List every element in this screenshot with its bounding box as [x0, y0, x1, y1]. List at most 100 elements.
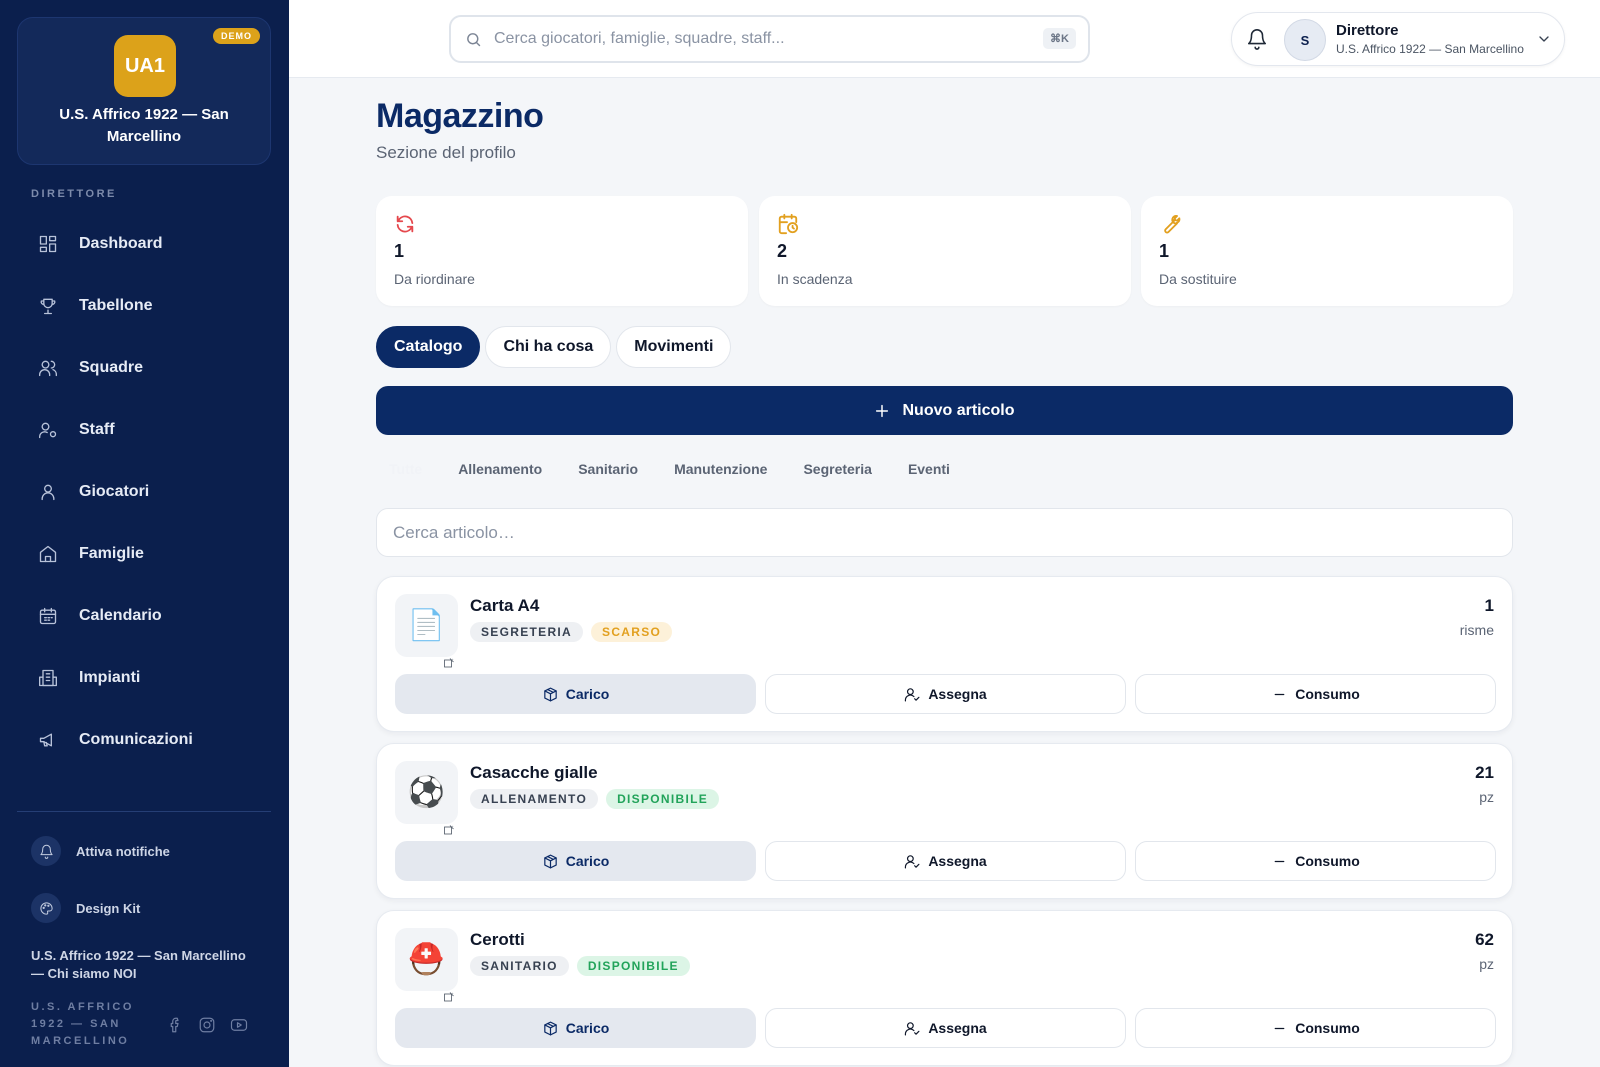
user-check-icon — [905, 1021, 920, 1035]
stat-card-expiring[interactable]: 2 In scadenza — [759, 196, 1131, 306]
calendar-clock-icon — [778, 213, 799, 235]
user-check-icon — [905, 854, 920, 868]
stat-label: Da riordinare — [394, 271, 475, 287]
soccer-ball-icon: ⚽ — [407, 776, 446, 809]
tab-movimenti[interactable]: Movimenti — [616, 326, 732, 368]
category-segreteria[interactable]: Segreteria — [790, 461, 884, 477]
stat-card-replace[interactable]: 1 Da sostituire — [1141, 196, 1513, 306]
item-quantity: 21 — [1475, 763, 1494, 782]
sidebar-item-label: Impianti — [79, 669, 141, 686]
search-placeholder: Cerca giocatori, famiglie, squadre, staf… — [494, 30, 785, 47]
consume-button[interactable]: Consumo — [1135, 841, 1496, 881]
sidebar-item-label: Tabellone — [79, 297, 153, 314]
instagram-icon[interactable] — [198, 1016, 216, 1034]
category-eventi[interactable]: Eventi — [895, 461, 963, 477]
sidebar-item-comunicazioni[interactable]: Comunicazioni — [17, 709, 271, 771]
consume-button[interactable]: Consumo — [1135, 1008, 1496, 1048]
trophy-icon — [40, 298, 56, 315]
category-allenamento[interactable]: Allenamento — [445, 461, 555, 477]
item-unit: pz — [1479, 956, 1494, 972]
load-button[interactable]: Carico — [395, 841, 756, 881]
assign-button[interactable]: Assegna — [765, 841, 1126, 881]
inventory-item[interactable]: 📄 Carta A4 SEGRETERIA SCARSO 1 risme Car… — [376, 576, 1513, 732]
sidebar-item-label: Calendario — [79, 607, 162, 624]
sidebar-item-famiglie[interactable]: Famiglie — [17, 523, 271, 585]
minus-icon — [1274, 1027, 1285, 1029]
status-badge: DISPONIBILE — [606, 789, 720, 809]
stat-label: Da sostituire — [1159, 271, 1237, 287]
assign-label: Assegna — [928, 1020, 987, 1036]
status-badge: DISPONIBILE — [576, 956, 690, 976]
club-card[interactable]: UA1 DEMO U.S. Affrico 1922 — San Marcell… — [17, 17, 271, 165]
tab-chi-ha-cosa[interactable]: Chi ha cosa — [485, 326, 612, 368]
edit-image-icon[interactable] — [443, 810, 455, 835]
sidebar-item-tabellone[interactable]: Tabellone — [17, 275, 271, 337]
bell-icon — [31, 836, 61, 866]
sidebar-item-dashboard[interactable]: Dashboard — [17, 213, 271, 275]
global-search-input[interactable]: Cerca giocatori, famiglie, squadre, staf… — [449, 15, 1090, 63]
user-icon — [41, 484, 55, 501]
youtube-icon[interactable] — [230, 1016, 248, 1034]
article-search-input[interactable]: Cerca articolo… — [376, 508, 1513, 557]
facebook-icon[interactable] — [166, 1016, 184, 1034]
item-name: Cerotti — [470, 930, 525, 949]
user-gear-icon — [39, 422, 57, 439]
demo-badge: DEMO — [213, 28, 260, 44]
avatar: S — [1284, 19, 1326, 61]
consume-button[interactable]: Consumo — [1135, 674, 1496, 714]
notifications-bell-icon[interactable] — [1246, 28, 1268, 55]
item-quantity: 62 — [1475, 930, 1494, 949]
user-role: Direttore — [1336, 22, 1399, 39]
sidebar-item-squadre[interactable]: Squadre — [17, 337, 271, 399]
search-icon — [467, 32, 481, 46]
sidebar-item-impianti[interactable]: Impianti — [17, 647, 271, 709]
load-label: Carico — [565, 853, 610, 869]
stat-label: In scadenza — [777, 271, 853, 287]
new-item-button[interactable]: Nuovo articolo — [376, 386, 1513, 435]
user-menu[interactable]: S Direttore U.S. Affrico 1922 — San Marc… — [1231, 12, 1565, 66]
edit-image-icon[interactable] — [443, 643, 455, 668]
about-link[interactable]: U.S. Affrico 1922 — San Marcellino — Chi… — [31, 947, 261, 983]
item-thumbnail: ⛑️ — [395, 928, 458, 1002]
refresh-icon — [396, 215, 414, 233]
category-tutte[interactable]: Tutte — [376, 461, 435, 477]
document-icon: 📄 — [407, 609, 446, 642]
assign-button[interactable]: Assegna — [765, 674, 1126, 714]
load-button[interactable]: Carico — [395, 674, 756, 714]
category-sanitario[interactable]: Sanitario — [565, 461, 651, 477]
sidebar-item-label: Giocatori — [79, 483, 150, 500]
load-button[interactable]: Carico — [395, 1008, 756, 1048]
stat-card-reorder[interactable]: 1 Da riordinare — [376, 196, 748, 306]
category-badge: SANITARIO — [470, 956, 569, 976]
users-icon — [39, 360, 57, 377]
club-logo: UA1 — [114, 35, 176, 97]
club-name: U.S. Affrico 1922 — San Marcellino — [59, 106, 229, 145]
tab-catalogo[interactable]: Catalogo — [376, 326, 481, 368]
category-manutenzione[interactable]: Manutenzione — [661, 461, 780, 477]
design-kit-button[interactable]: Design Kit — [31, 893, 140, 923]
enable-notifications-button[interactable]: Attiva notifiche — [31, 836, 170, 866]
sidebar-item-giocatori[interactable]: Giocatori — [17, 461, 271, 523]
chevron-down-icon — [1536, 31, 1552, 52]
assign-label: Assegna — [928, 686, 987, 702]
design-kit-label: Design Kit — [76, 900, 141, 916]
article-search-placeholder: Cerca articolo… — [393, 522, 515, 542]
edit-image-icon[interactable] — [443, 977, 455, 1002]
wrench-icon — [1164, 215, 1181, 234]
category-badge: SEGRETERIA — [470, 622, 584, 642]
sidebar-item-label: Dashboard — [79, 235, 163, 252]
home-icon — [39, 545, 57, 563]
dashboard-icon — [39, 235, 57, 253]
user-check-icon — [905, 687, 920, 701]
sidebar-item-calendario[interactable]: Calendario — [17, 585, 271, 647]
assign-button[interactable]: Assegna — [765, 1008, 1126, 1048]
building-icon — [39, 669, 57, 687]
footer-club-name: U.S. AFFRICO 1922 — SAN MARCELLINO — [31, 1001, 134, 1047]
inventory-item[interactable]: ⛑️ Cerotti SANITARIO DISPONIBILE 62 pz C… — [376, 910, 1513, 1066]
inventory-item[interactable]: ⚽ Casacche gialle ALLENAMENTO DISPONIBIL… — [376, 743, 1513, 899]
category-badge: ALLENAMENTO — [470, 789, 599, 809]
sidebar-nav: Dashboard Tabellone Squadre Staff Giocat… — [17, 213, 271, 771]
section-tabs: Catalogo Chi ha cosa Movimenti — [376, 326, 732, 368]
item-thumbnail: 📄 — [395, 594, 458, 668]
sidebar-item-staff[interactable]: Staff — [17, 399, 271, 461]
